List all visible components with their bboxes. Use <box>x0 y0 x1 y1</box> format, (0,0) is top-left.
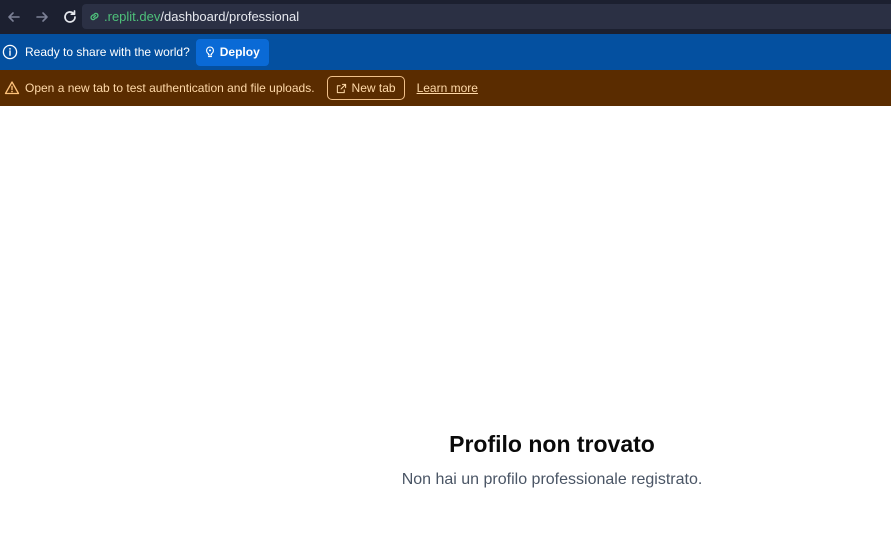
page-subtitle: Non hai un profilo professionale registr… <box>401 471 703 488</box>
new-tab-label: New tab <box>351 81 396 95</box>
forward-button[interactable] <box>28 0 56 34</box>
url-path: /dashboard/professional <box>160 9 300 24</box>
page-title: Profilo non trovato <box>449 431 655 457</box>
reload-icon <box>64 10 76 23</box>
warning-icon <box>4 81 20 95</box>
reload-button[interactable] <box>56 0 84 34</box>
empty-state: Profilo non trovato Non hai un profilo p… <box>212 431 891 489</box>
deploy-button-label: Deploy <box>219 45 260 59</box>
address-bar[interactable]: .replit.dev/dashboard/professional <box>82 4 891 29</box>
deploy-button[interactable]: Deploy <box>195 38 269 66</box>
browser-toolbar: .replit.dev/dashboard/professional <box>0 0 891 34</box>
external-link-icon <box>336 83 346 93</box>
deploy-icon <box>205 46 214 58</box>
learn-more-link[interactable]: Learn more <box>417 81 478 95</box>
forward-arrow-icon <box>36 12 48 22</box>
warning-banner: Open a new tab to test authentication an… <box>0 70 891 106</box>
new-tab-button[interactable]: New tab <box>326 76 405 100</box>
link-icon <box>90 12 99 21</box>
info-icon <box>2 44 18 60</box>
back-button[interactable] <box>0 0 28 34</box>
warning-message: Open a new tab to test authentication an… <box>25 81 315 95</box>
deploy-message: Ready to share with the world? <box>25 45 190 59</box>
deploy-banner: Ready to share with the world? Deploy <box>0 34 891 70</box>
page-content: Profilo non trovato Non hai un profilo p… <box>0 106 891 554</box>
url-host: .replit.dev <box>104 9 161 24</box>
back-arrow-icon <box>8 12 20 22</box>
